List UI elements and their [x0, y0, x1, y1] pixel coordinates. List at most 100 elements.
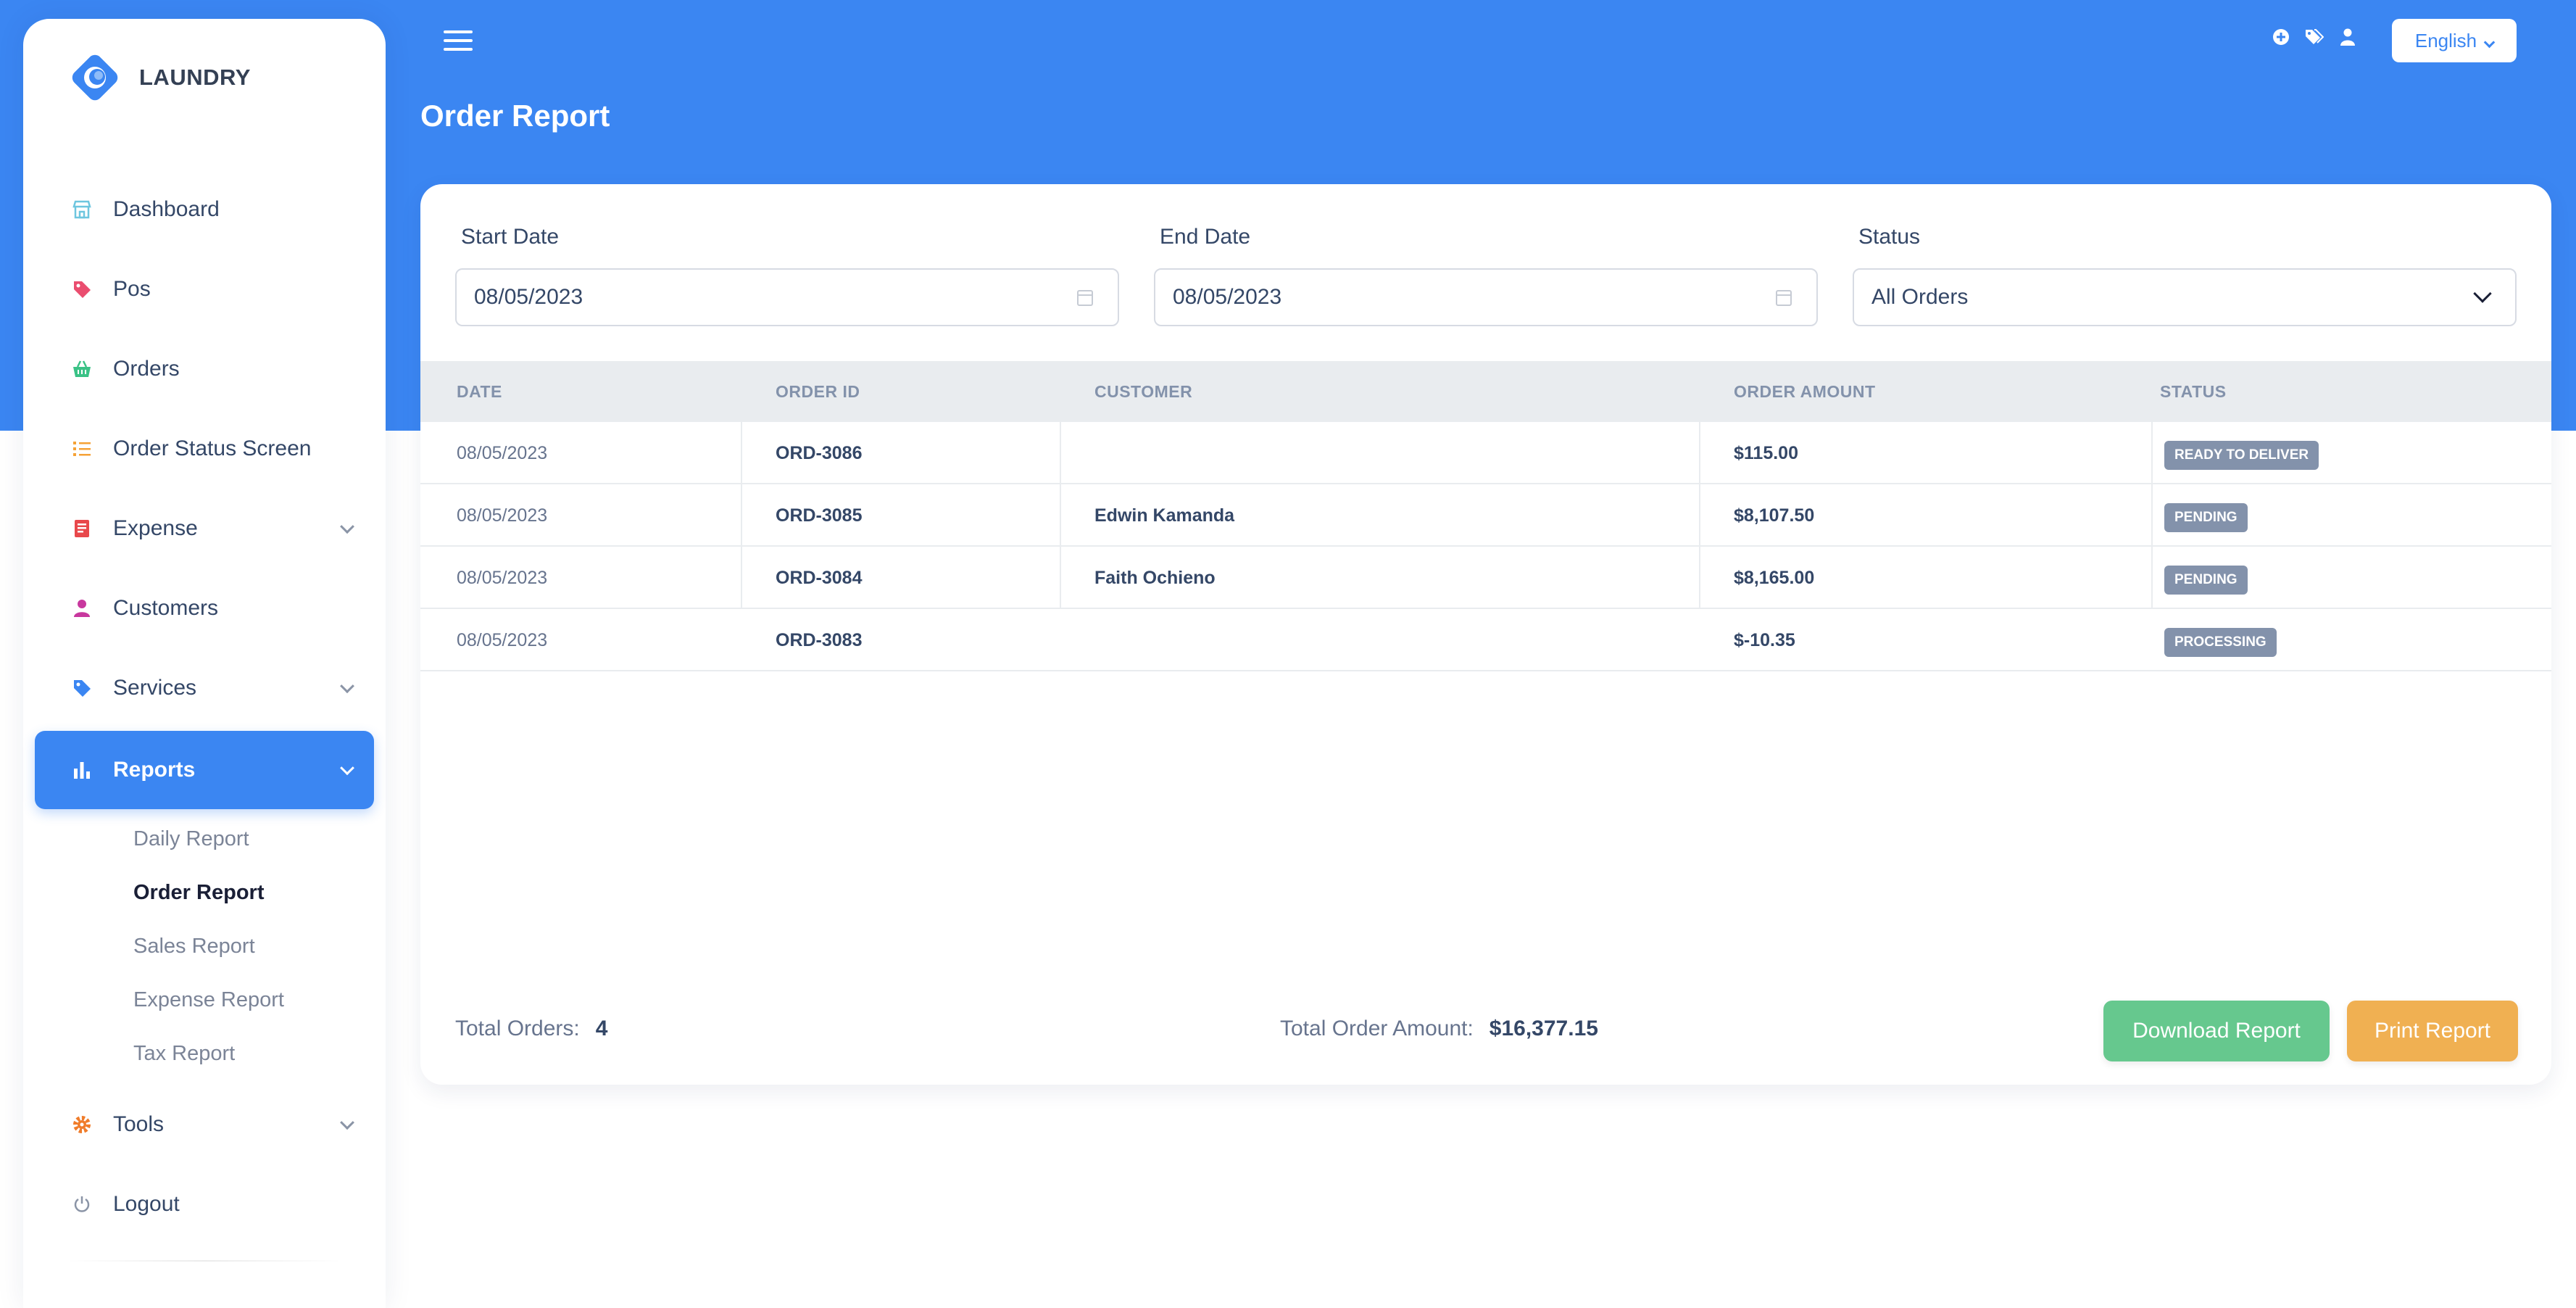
cell-amount: $8,165.00: [1734, 568, 1815, 588]
total-orders-value: 4: [595, 1017, 608, 1040]
cell-divider: [1699, 547, 1700, 609]
table-row[interactable]: 08/05/2023 ORD-3085 Edwin Kamanda $8,107…: [420, 484, 2551, 547]
status-badge: PENDING: [2164, 503, 2248, 532]
start-date-label: Start Date: [461, 225, 560, 249]
total-order-amount: Total Order Amount: $16,377.15: [1280, 1017, 1598, 1041]
gear-icon: [71, 1114, 93, 1135]
status-badge: READY TO DELIVER: [2164, 441, 2319, 470]
sidebar-item-services[interactable]: Services: [35, 648, 374, 728]
bar-chart-icon: [71, 759, 93, 781]
cell-divider: [2151, 484, 2153, 547]
total-orders-label: Total Orders:: [455, 1017, 580, 1040]
column-header-order-amount[interactable]: ORDER AMOUNT: [1734, 361, 1876, 422]
cell-divider: [741, 484, 742, 547]
calendar-icon[interactable]: [1077, 290, 1093, 306]
submenu-item-expense-report[interactable]: Expense Report: [133, 973, 374, 1027]
total-orders: Total Orders: 4: [455, 1017, 607, 1041]
cell-customer: Faith Ochieno: [1094, 568, 1216, 588]
submenu-item-order-report[interactable]: Order Report: [133, 866, 374, 919]
cell-divider: [741, 547, 742, 609]
tags-icon[interactable]: [2305, 28, 2324, 46]
sidebar-divider: [67, 1260, 342, 1262]
sidebar-item-logout[interactable]: Logout: [35, 1164, 374, 1244]
menu-toggle-icon[interactable]: [444, 30, 473, 54]
start-date-input[interactable]: 08/05/2023: [455, 268, 1119, 326]
sidebar-item-label: Reports: [113, 758, 196, 782]
cell-divider: [2151, 422, 2153, 484]
print-report-button[interactable]: Print Report: [2347, 1001, 2518, 1061]
sidebar-item-label: Services: [113, 676, 197, 700]
sidebar: LAUNDRY Dashboard Pos Orders Order Statu…: [23, 19, 386, 1308]
sidebar-item-pos[interactable]: Pos: [35, 249, 374, 329]
cell-order-id: ORD-3083: [776, 630, 863, 650]
sidebar-item-expense[interactable]: Expense: [35, 489, 374, 568]
laundry-logo-icon: [68, 51, 122, 104]
reports-submenu: Daily Report Order Report Sales Report E…: [35, 812, 374, 1080]
table-row[interactable]: 08/05/2023 ORD-3083 $-10.35 PROCESSING: [420, 609, 2551, 671]
table-header: DATE ORDER ID CUSTOMER ORDER AMOUNT STAT…: [420, 361, 2551, 422]
column-header-order-id[interactable]: ORDER ID: [776, 361, 860, 422]
sidebar-item-orders[interactable]: Orders: [35, 329, 374, 409]
end-date-input[interactable]: 08/05/2023: [1154, 268, 1818, 326]
sidebar-item-label: Customers: [113, 596, 219, 620]
column-header-status[interactable]: STATUS: [2160, 361, 2227, 422]
cell-amount: $115.00: [1734, 443, 1798, 463]
cell-date: 08/05/2023: [457, 568, 548, 588]
page-title: Order Report: [420, 99, 610, 133]
table-row[interactable]: 08/05/2023 ORD-3086 $115.00 READY TO DEL…: [420, 422, 2551, 484]
sidebar-item-label: Orders: [113, 357, 180, 381]
sidebar-item-label: Logout: [113, 1192, 180, 1216]
cell-order-id: ORD-3085: [776, 505, 863, 526]
language-dropdown[interactable]: English: [2392, 19, 2517, 62]
status-select[interactable]: All Orders: [1853, 268, 2517, 326]
plus-circle-icon[interactable]: [2272, 28, 2290, 46]
brand-name: LAUNDRY: [139, 65, 251, 90]
calendar-icon[interactable]: [1776, 290, 1792, 306]
sidebar-item-label: Dashboard: [113, 197, 220, 221]
submenu-item-tax-report[interactable]: Tax Report: [133, 1027, 374, 1080]
status-badge: PROCESSING: [2164, 628, 2277, 657]
sidebar-item-label: Expense: [113, 516, 198, 540]
power-icon: [71, 1193, 93, 1215]
cell-order-id: ORD-3084: [776, 568, 863, 588]
total-amount-label: Total Order Amount:: [1280, 1017, 1474, 1040]
chevron-down-icon: [2483, 36, 2496, 48]
cell-divider: [1699, 484, 1700, 547]
column-header-customer[interactable]: CUSTOMER: [1094, 361, 1192, 422]
chevron-down-icon: [340, 519, 354, 534]
status-label: Status: [1858, 225, 1921, 249]
tag-icon: [71, 677, 93, 699]
user-icon[interactable]: [2338, 28, 2357, 46]
end-date-value: 08/05/2023: [1173, 285, 1282, 309]
sidebar-nav: Dashboard Pos Orders Order Status Screen…: [35, 170, 374, 1244]
sidebar-item-customers[interactable]: Customers: [35, 568, 374, 648]
chevron-down-icon: [340, 1115, 354, 1130]
submenu-item-sales-report[interactable]: Sales Report: [133, 919, 374, 973]
sidebar-item-reports[interactable]: Reports: [35, 731, 374, 809]
sidebar-item-label: Pos: [113, 277, 151, 301]
basket-icon: [71, 358, 93, 380]
download-report-button[interactable]: Download Report: [2103, 1001, 2330, 1061]
cell-divider: [1060, 547, 1061, 609]
language-label: English: [2414, 29, 2477, 51]
chevron-down-icon: [340, 761, 354, 776]
brand[interactable]: LAUNDRY: [68, 51, 251, 104]
receipt-icon: [71, 518, 93, 539]
column-header-date[interactable]: DATE: [457, 361, 502, 422]
cell-amount: $-10.35: [1734, 630, 1795, 650]
submenu-item-daily-report[interactable]: Daily Report: [133, 812, 374, 866]
sidebar-item-tools[interactable]: Tools: [35, 1085, 374, 1164]
status-select-value: All Orders: [1871, 285, 1969, 309]
total-amount-value: $16,377.15: [1489, 1017, 1598, 1040]
table-row[interactable]: 08/05/2023 ORD-3084 Faith Ochieno $8,165…: [420, 547, 2551, 609]
store-icon: [71, 199, 93, 220]
user-icon: [71, 597, 93, 619]
cell-divider: [1699, 422, 1700, 484]
sidebar-item-order-status-screen[interactable]: Order Status Screen: [35, 409, 374, 489]
end-date-label: End Date: [1160, 225, 1251, 249]
chevron-down-icon: [2473, 284, 2492, 303]
sidebar-item-dashboard[interactable]: Dashboard: [35, 170, 374, 249]
cell-date: 08/05/2023: [457, 505, 548, 526]
cell-divider: [2151, 547, 2153, 609]
cell-divider: [1060, 422, 1061, 484]
